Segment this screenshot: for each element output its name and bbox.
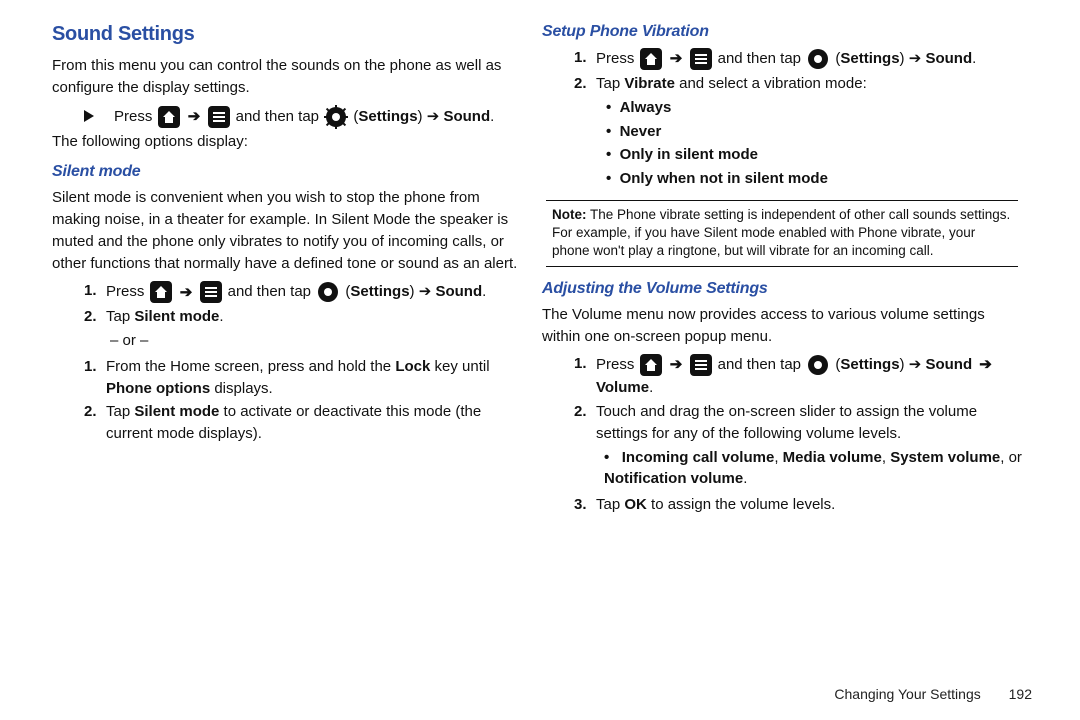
play-icon <box>84 110 94 122</box>
alt-step-1: 1. From the Home screen, press and hold … <box>84 356 522 400</box>
list-item: Only in silent mode <box>606 144 1022 166</box>
list-item: Only when not in silent mode <box>606 168 1022 190</box>
home-icon <box>150 281 172 303</box>
silent-mode-heading: Silent mode <box>52 160 522 183</box>
gear-icon <box>316 280 340 304</box>
step-1: 1. Press ➔ and then tap (Settings) ➔ Sou… <box>84 280 522 304</box>
vol-step-1: 1. Press ➔ and then tap (Settings) ➔ Sou… <box>574 353 1022 399</box>
vibe-step-2: 2. Tap Vibrate and select a vibration mo… <box>574 73 1022 95</box>
nav-instruction: Press ➔ and then tap (Settings) ➔ Sound. <box>84 105 522 129</box>
adjust-volume-heading: Adjusting the Volume Settings <box>542 277 1022 300</box>
page-body: Sound Settings From this menu you can co… <box>0 0 1080 680</box>
menu-icon <box>200 281 222 303</box>
list-item: Incoming call volume, Media volume, Syst… <box>604 447 1022 491</box>
following-text: The following options display: <box>52 131 522 153</box>
menu-icon <box>690 354 712 376</box>
arrow-icon: ➔ <box>188 106 201 128</box>
arrow-icon: ➔ <box>670 354 683 376</box>
vibration-options-list: Always Never Only in silent mode Only wh… <box>542 97 1022 190</box>
gear-icon <box>324 105 348 129</box>
alt-step-2: 2. Tap Silent mode to activate or deacti… <box>84 401 522 445</box>
setup-vibration-heading: Setup Phone Vibration <box>542 20 1022 43</box>
step-2: 2. Tap Silent mode. <box>84 306 522 328</box>
footer-section: Changing Your Settings <box>834 686 980 702</box>
left-column: Sound Settings From this menu you can co… <box>42 20 532 670</box>
arrow-icon: ➔ <box>180 282 193 304</box>
vibe-step-1: 1. Press ➔ and then tap (Settings) ➔ Sou… <box>574 47 1022 71</box>
home-icon <box>640 354 662 376</box>
or-divider: – or – <box>110 330 522 352</box>
page-footer: Changing Your Settings 192 <box>834 686 1032 702</box>
menu-icon <box>690 48 712 70</box>
intro-paragraph: From this menu you can control the sound… <box>52 55 522 99</box>
adjust-volume-paragraph: The Volume menu now provides access to v… <box>542 304 1022 348</box>
note-body: The Phone vibrate setting is independent… <box>552 207 1010 258</box>
vol-step-3: 3. Tap OK to assign the volume levels. <box>574 494 1022 516</box>
silent-mode-paragraph: Silent mode is convenient when you wish … <box>52 187 522 274</box>
list-item: Never <box>606 121 1022 143</box>
vol-step-2: 2. Touch and drag the on-screen slider t… <box>574 401 1022 445</box>
volume-types-list: Incoming call volume, Media volume, Syst… <box>542 447 1022 491</box>
note-label: Note: <box>552 207 587 222</box>
arrow-icon: ➔ <box>670 48 683 70</box>
page-number: 192 <box>1009 686 1032 702</box>
gear-icon <box>806 47 830 71</box>
home-icon <box>158 106 180 128</box>
menu-icon <box>208 106 230 128</box>
gear-icon <box>806 353 830 377</box>
list-item: Always <box>606 97 1022 119</box>
right-column: Setup Phone Vibration 1. Press ➔ and the… <box>532 20 1032 670</box>
sound-settings-heading: Sound Settings <box>52 20 522 49</box>
home-icon <box>640 48 662 70</box>
note-box: Note: The Phone vibrate setting is indep… <box>546 200 1018 267</box>
